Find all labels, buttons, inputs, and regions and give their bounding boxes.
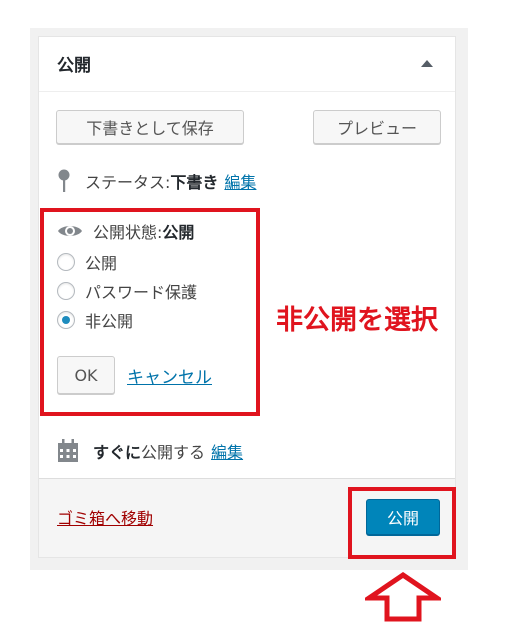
move-to-trash-link[interactable]: ゴミ箱へ移動 <box>57 505 153 529</box>
edit-status-link[interactable]: 編集 <box>224 169 256 193</box>
save-draft-button[interactable]: 下書きとして保存 <box>56 110 244 144</box>
metabox-header[interactable]: 公開 <box>39 37 455 92</box>
up-arrow-icon <box>365 572 441 622</box>
status-row: ステータス: 下書き 編集 <box>57 169 256 193</box>
annotation-text: 非公開を選択 <box>276 305 438 336</box>
annotation-highlight-visibility <box>40 208 260 416</box>
edit-schedule-link[interactable]: 編集 <box>211 439 243 463</box>
status-value: 下書き <box>170 173 219 192</box>
metabox-title: 公開 <box>57 56 91 76</box>
schedule-row: すぐに 公開する 編集 <box>57 439 243 463</box>
preview-button[interactable]: プレビュー <box>313 110 441 144</box>
pin-icon <box>58 169 70 192</box>
schedule-prefix: すぐに <box>93 443 142 462</box>
schedule-label: 公開する <box>141 443 206 462</box>
calendar-icon <box>58 439 78 462</box>
status-label: ステータス: <box>85 173 171 192</box>
chevron-up-icon[interactable] <box>421 60 433 67</box>
annotation-highlight-publish <box>348 487 456 559</box>
